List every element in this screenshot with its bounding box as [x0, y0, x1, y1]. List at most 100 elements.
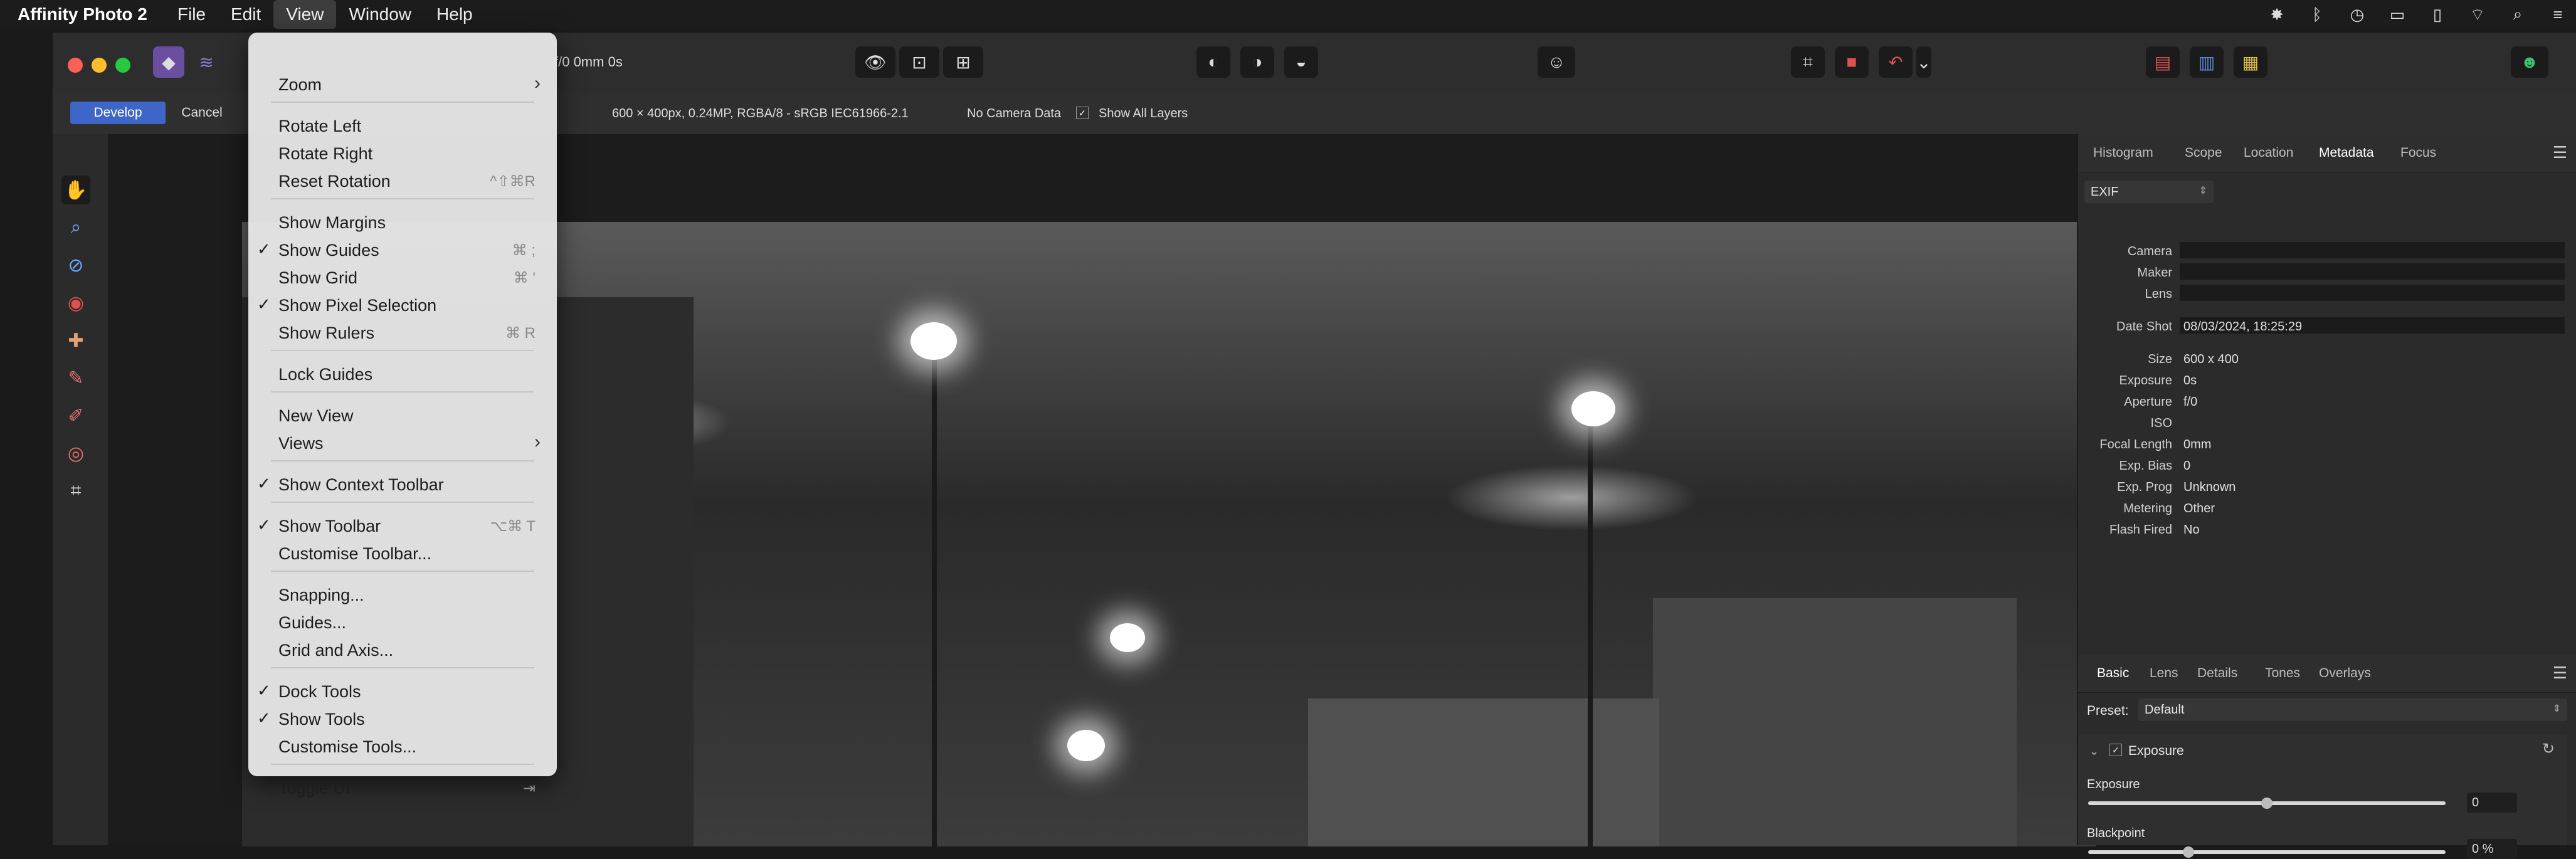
- menu-item-dock-tools[interactable]: ✓ Dock Tools: [248, 678, 557, 705]
- wifi-off-icon[interactable]: ⌔: [2468, 5, 2487, 24]
- blackpoint-slider-knob[interactable]: [2182, 846, 2194, 858]
- menu-item-show-rulers[interactable]: Show Rulers ⌘ R: [248, 320, 557, 346]
- menu-item-customise-tools[interactable]: Customise Tools...: [248, 734, 557, 760]
- menu-item-rotate-right[interactable]: Rotate Right: [248, 140, 557, 167]
- crop-tool-icon[interactable]: ⌗: [61, 477, 90, 505]
- menu-item-rotate-left[interactable]: Rotate Left: [248, 113, 557, 139]
- white-balance-tool-icon[interactable]: ⊘: [61, 251, 90, 280]
- blemish-tool-icon[interactable]: ✚: [61, 326, 90, 355]
- zoom-window-button[interactable]: [115, 58, 130, 73]
- layer-b-icon[interactable]: ▥: [2190, 46, 2224, 78]
- menu-item-toggle-ui[interactable]: Toggle UI ⇥: [248, 775, 557, 801]
- menu-item-grid-and-axis[interactable]: Grid and Axis...: [248, 637, 557, 663]
- mode-icon-2[interactable]: ◑: [1240, 46, 1274, 78]
- menu-item-customise-toolbar[interactable]: Customise Toolbar...: [248, 540, 557, 567]
- menu-item-show-guides[interactable]: ✓ Show Guides ⌘ ;: [248, 237, 557, 263]
- overlay-paint-tool-icon[interactable]: ✎: [61, 364, 90, 393]
- tab-focus[interactable]: Focus: [2400, 134, 2436, 172]
- time-machine-icon[interactable]: ◷: [2348, 5, 2367, 24]
- menu-item-guides[interactable]: Guides...: [248, 609, 557, 636]
- exposure-slider-knob[interactable]: [2261, 798, 2272, 809]
- menu-file[interactable]: File: [165, 0, 218, 29]
- red-eye-tool-icon[interactable]: ◉: [61, 288, 90, 317]
- tab-metadata[interactable]: Metadata: [2319, 134, 2374, 172]
- sun-icon[interactable]: ✸: [2267, 5, 2286, 24]
- overlay-icon[interactable]: ⊡: [899, 46, 939, 78]
- zoom-tool-icon[interactable]: ⌕: [61, 213, 90, 242]
- highlight-clip-icon[interactable]: ■: [1835, 46, 1869, 78]
- close-window-button[interactable]: [68, 58, 83, 73]
- overlay-erase-tool-icon[interactable]: ✐: [61, 401, 90, 430]
- search-icon[interactable]: ⌕: [2508, 4, 2527, 24]
- metadata-field[interactable]: [2180, 242, 2565, 258]
- menu-item-zoom[interactable]: Zoom ›: [248, 71, 557, 98]
- show-all-layers-checkbox[interactable]: ✓: [1076, 107, 1089, 119]
- menu-item-views[interactable]: Views ›: [248, 430, 557, 456]
- hand-tool-icon[interactable]: ✋: [61, 176, 90, 204]
- view-icon[interactable]: 👁: [855, 46, 895, 78]
- overlay-gradient-tool-icon[interactable]: ◎: [61, 439, 90, 468]
- tab-overlays[interactable]: Overlays: [2319, 655, 2371, 692]
- liquify-persona-icon[interactable]: ≋: [191, 46, 222, 78]
- control-center-icon[interactable]: ≡: [2548, 5, 2567, 24]
- menu-item-label: Show Toolbar: [278, 517, 381, 535]
- layer-c-icon[interactable]: ▦: [2234, 46, 2267, 78]
- menu-item-show-tools[interactable]: ✓ Show Tools: [248, 706, 557, 732]
- metadata-field[interactable]: [2180, 263, 2565, 280]
- photo-persona-icon[interactable]: ◆: [153, 46, 184, 78]
- tab-lens[interactable]: Lens: [2150, 655, 2178, 692]
- panel-menu-icon[interactable]: ☰: [2553, 143, 2567, 162]
- battery-icon[interactable]: ▯: [2428, 5, 2447, 24]
- undo-icon[interactable]: ↶: [1879, 46, 1913, 78]
- app-name[interactable]: Affinity Photo 2: [18, 4, 147, 24]
- exposure-value[interactable]: 0: [2467, 793, 2517, 813]
- tab-histogram[interactable]: Histogram: [2093, 134, 2153, 172]
- develop-tabs: Basic Lens Details Tones Overlays ☰: [2078, 655, 2576, 693]
- split-view-icon[interactable]: ⊞: [943, 46, 983, 78]
- checkmark-icon: ✓: [257, 295, 271, 314]
- menu-item-lock-guides[interactable]: Lock Guides: [248, 361, 557, 387]
- exif-dropdown[interactable]: EXIF ⇕: [2084, 181, 2214, 203]
- menu-help[interactable]: Help: [424, 0, 485, 29]
- menu-item-show-context-toolbar[interactable]: ✓ Show Context Toolbar: [248, 472, 557, 498]
- cancel-button[interactable]: Cancel: [169, 102, 235, 124]
- user-icon[interactable]: ☻: [2511, 46, 2548, 78]
- tab-location[interactable]: Location: [2244, 134, 2293, 172]
- tab-basic[interactable]: Basic: [2097, 655, 2129, 692]
- menu-item-new-view[interactable]: New View: [248, 403, 557, 429]
- mode-icon-3[interactable]: ◒: [1284, 46, 1318, 78]
- menu-item-reset-rotation[interactable]: Reset Rotation ^⇧⌘R: [248, 168, 557, 194]
- exposure-enable-checkbox[interactable]: ✓: [2109, 744, 2122, 756]
- develop-button[interactable]: Develop: [70, 102, 166, 124]
- minimize-window-button[interactable]: [92, 58, 107, 73]
- tab-scope[interactable]: Scope: [2185, 134, 2222, 172]
- metadata-value: 0s: [2183, 374, 2197, 387]
- menu-edit[interactable]: Edit: [218, 0, 273, 29]
- clip-icon[interactable]: ⌗: [1791, 46, 1825, 78]
- checkmark-icon: ✓: [257, 709, 271, 727]
- menu-item-snapping[interactable]: Snapping...: [248, 582, 557, 608]
- show-all-layers-label: Show All Layers: [1099, 107, 1188, 120]
- tab-details[interactable]: Details: [2197, 655, 2237, 692]
- reset-icon[interactable]: ↻: [2542, 740, 2555, 758]
- menu-item-show-margins[interactable]: Show Margins: [248, 209, 557, 236]
- menu-item-show-toolbar[interactable]: ✓ Show Toolbar ⌥⌘ T: [248, 513, 557, 539]
- menu-item-show-pixel-selection[interactable]: ✓ Show Pixel Selection: [248, 292, 557, 319]
- display-icon[interactable]: ▭: [2388, 5, 2407, 24]
- menu-window[interactable]: Window: [336, 0, 424, 29]
- mode-icon-1[interactable]: ◐: [1196, 46, 1230, 78]
- layer-a-icon[interactable]: ▤: [2146, 46, 2180, 78]
- panel-menu-icon[interactable]: ☰: [2553, 663, 2567, 683]
- assistant-icon[interactable]: ☺: [1538, 46, 1575, 78]
- menu-view[interactable]: View: [273, 0, 337, 29]
- bluetooth-icon[interactable]: ᛒ: [2308, 5, 2326, 24]
- blackpoint-slider[interactable]: [2088, 850, 2446, 854]
- preset-dropdown[interactable]: Default ⇕: [2138, 698, 2567, 721]
- menu-item-label: Show Margins: [278, 213, 386, 232]
- chevron-down-icon[interactable]: ⌄: [1916, 46, 1931, 78]
- tab-tones[interactable]: Tones: [2265, 655, 2300, 692]
- menu-item-show-grid[interactable]: Show Grid ⌘ ': [248, 265, 557, 291]
- blackpoint-value[interactable]: 0 %: [2467, 839, 2517, 859]
- metadata-field[interactable]: [2180, 285, 2565, 301]
- collapse-chevron-icon[interactable]: ⌄: [2089, 745, 2099, 758]
